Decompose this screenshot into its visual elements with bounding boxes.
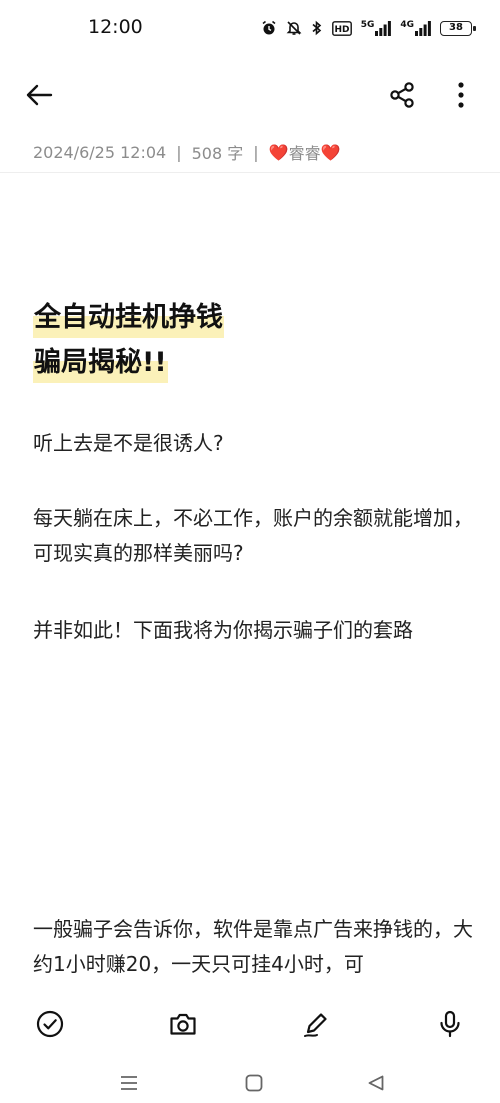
system-nav-bar	[0, 1062, 500, 1103]
word-count: 508 字	[191, 144, 244, 163]
heart-icon: ❤️	[268, 142, 289, 162]
svg-text:HD: HD	[334, 25, 349, 35]
camera-button[interactable]	[163, 1004, 203, 1044]
top-app-bar	[0, 66, 500, 122]
bell-off-icon	[286, 20, 302, 36]
signal-icon	[415, 20, 431, 36]
back-button[interactable]	[18, 74, 60, 116]
menu-icon	[121, 1076, 137, 1090]
home-square-icon	[245, 1074, 263, 1092]
pen-icon	[304, 1013, 327, 1037]
share-button[interactable]	[381, 74, 423, 116]
alarm-icon	[261, 20, 277, 36]
note-paragraph[interactable]: 并非如此！下面我将为你揭示骗子们的套路	[33, 613, 473, 648]
network-label-4g: 4G	[400, 19, 414, 30]
note-paragraph[interactable]: 一般骗子会告诉你，软件是靠点广告来挣钱的，大约1小时赚20，一天只可挂4小时，可	[33, 912, 473, 990]
back-triangle-icon	[368, 1075, 384, 1091]
bluetooth-icon	[311, 20, 323, 36]
signal-icon	[375, 20, 392, 36]
network-label-5g: 5G	[360, 19, 375, 30]
note-paragraph[interactable]: 每天躺在床上，不必工作，账户的余额就能增加，可现实真的那样美丽吗?	[33, 501, 473, 571]
checklist-button[interactable]	[30, 1004, 70, 1044]
home-button[interactable]	[242, 1072, 266, 1094]
hd-icon: HD	[331, 20, 352, 36]
more-vertical-icon	[458, 82, 464, 108]
status-time: 12:00	[88, 16, 143, 38]
heart-icon: ❤️	[320, 142, 341, 162]
meta-separator: |	[253, 142, 259, 162]
share-icon	[390, 82, 414, 108]
microphone-icon	[440, 1010, 460, 1038]
editor-toolbar	[0, 1000, 500, 1048]
heading-line-2: 骗局揭秘!!	[33, 343, 168, 383]
note-date: 2024/6/25 12:04	[33, 142, 167, 162]
heading-line-1: 全自动挂机挣钱	[33, 298, 224, 338]
meta-separator: |	[176, 142, 182, 162]
note-meta: 2024/6/25 12:04 | 508 字 | ❤️ 睿睿 ❤️	[33, 140, 341, 164]
note-heading[interactable]: 全自动挂机挣钱 骗局揭秘!!	[33, 298, 473, 383]
battery-icon: 38	[440, 20, 476, 36]
check-circle-icon	[36, 1010, 64, 1038]
camera-icon	[170, 1013, 196, 1035]
voice-input-button[interactable]	[430, 1004, 470, 1044]
handwriting-button[interactable]	[296, 1004, 336, 1044]
divider	[0, 172, 500, 173]
author-name: 睿睿	[288, 144, 321, 163]
recent-apps-button[interactable]	[117, 1072, 141, 1094]
status-bar: 12:00 HD 5G 4G 38	[0, 0, 500, 58]
signal-4g: 4G	[400, 19, 431, 36]
signal-5g: 5G	[360, 19, 392, 36]
more-options-button[interactable]	[440, 74, 482, 116]
back-arrow-icon	[26, 84, 53, 106]
system-back-button[interactable]	[364, 1072, 388, 1094]
note-paragraph[interactable]: 听上去是不是很诱人?	[33, 426, 473, 461]
status-icons: HD 5G 4G 38	[261, 16, 476, 40]
